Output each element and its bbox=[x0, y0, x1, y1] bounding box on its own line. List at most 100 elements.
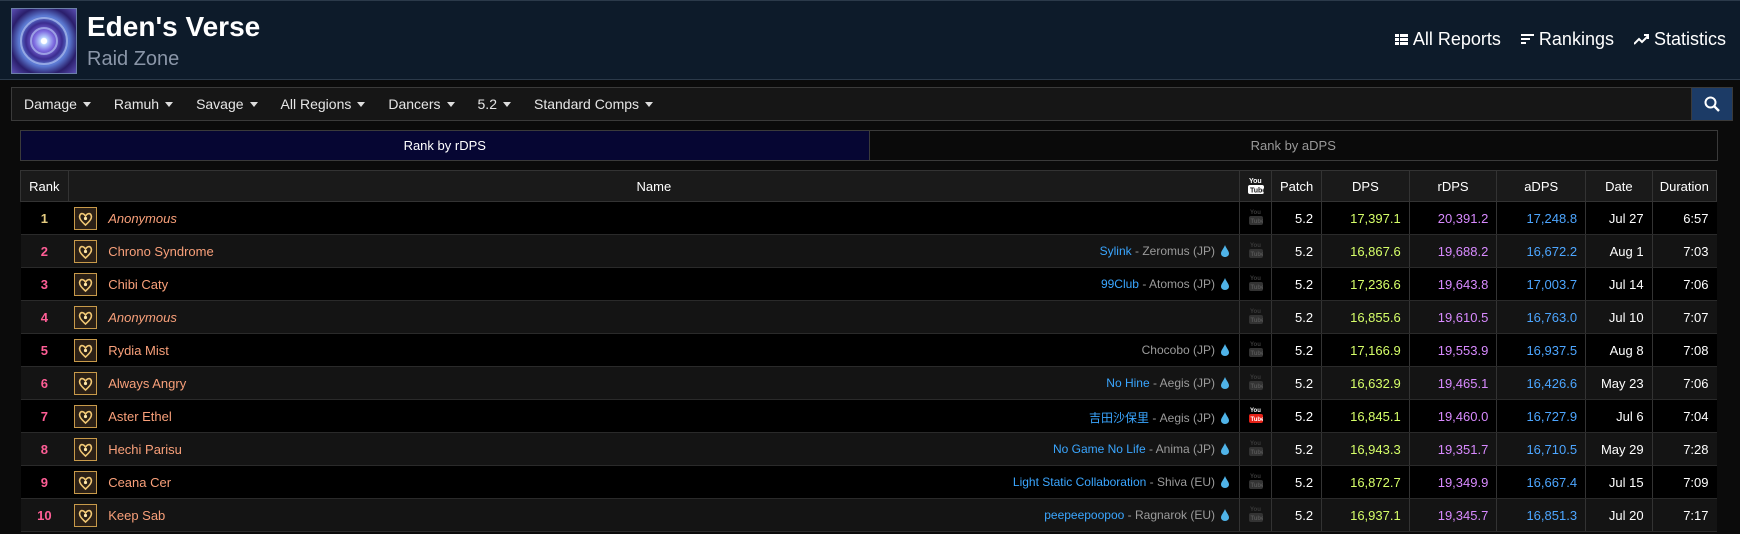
youtube-icon: You Tube bbox=[1248, 243, 1265, 258]
rdps-cell: 19,460.0 bbox=[1408, 399, 1497, 433]
filter-metric[interactable]: Damage bbox=[24, 96, 91, 112]
date-cell: Aug 8 bbox=[1585, 333, 1653, 367]
filter-class[interactable]: Dancers bbox=[388, 96, 455, 112]
youtube-icon: You Tube bbox=[1248, 210, 1265, 225]
player-name[interactable]: Hechi Parisu bbox=[108, 442, 182, 457]
youtube-icon: You Tube bbox=[1248, 309, 1265, 324]
dps-cell: 16,855.6 bbox=[1321, 300, 1410, 334]
rdps-cell: 19,553.9 bbox=[1408, 333, 1497, 367]
table-row[interactable]: 8 Hechi Parisu No Game No Life - Anima (JP… bbox=[20, 432, 1717, 466]
player-name[interactable]: Aster Ethel bbox=[108, 409, 172, 424]
nav-statistics[interactable]: Statistics bbox=[1633, 29, 1726, 50]
filter-difficulty[interactable]: Savage bbox=[196, 96, 258, 112]
rdps-cell: 19,643.8 bbox=[1408, 267, 1497, 301]
guild-name[interactable]: Sylink bbox=[1100, 244, 1132, 258]
trend-icon bbox=[1633, 34, 1649, 45]
caret-down-icon bbox=[446, 101, 455, 107]
filter-region[interactable]: All Regions bbox=[281, 96, 366, 112]
player-name[interactable]: Rydia Mist bbox=[108, 343, 169, 358]
svg-text:You: You bbox=[1250, 309, 1261, 315]
table-row[interactable]: 2 Chrono Syndrome Sylink - Zeromus (JP) You… bbox=[20, 234, 1717, 268]
rdps-cell: 20,391.2 bbox=[1408, 201, 1497, 235]
video-cell: You Tube bbox=[1239, 366, 1272, 400]
col-dps[interactable]: DPS bbox=[1321, 170, 1410, 202]
filter-label: 5.2 bbox=[477, 96, 497, 112]
table-row[interactable]: 4 Anonymous You Tube 5.2 16,855.6 19,610.5 16,7… bbox=[20, 300, 1717, 334]
tab-rank-rdps[interactable]: Rank by rDPS bbox=[21, 131, 870, 160]
table-row[interactable]: 9 Ceana Cer Light Static Collaboration - S… bbox=[20, 465, 1717, 499]
filter-boss[interactable]: Ramuh bbox=[114, 96, 174, 112]
dancer-spec-icon bbox=[78, 311, 93, 326]
player-name[interactable]: Chrono Syndrome bbox=[108, 244, 214, 259]
date-cell: Jul 15 bbox=[1585, 465, 1653, 499]
youtube-icon: You Tube bbox=[1248, 474, 1265, 489]
dancer-spec-icon bbox=[78, 476, 93, 491]
player-name[interactable]: Chibi Caty bbox=[108, 277, 168, 292]
rank-tabs: Rank by rDPS Rank by aDPS bbox=[20, 130, 1718, 161]
caret-down-icon bbox=[165, 101, 174, 107]
duration-cell: 7:09 bbox=[1651, 465, 1717, 499]
col-rdps[interactable]: rDPS bbox=[1408, 170, 1498, 202]
guild-name[interactable]: No Hine bbox=[1106, 376, 1149, 390]
top-nav: All Reports Rankings Statistics bbox=[1394, 29, 1726, 50]
rankings-table: Rank Name You Tube Patch DPS rDPS aDPS Da… bbox=[20, 170, 1718, 532]
table-row[interactable]: 7 Aster Ethel 吉田沙保里 - Aegis (JP) You Tube 5.2… bbox=[20, 399, 1717, 433]
region-drop-icon bbox=[1221, 411, 1230, 424]
date-cell: Jul 20 bbox=[1585, 498, 1653, 532]
col-video[interactable]: You Tube bbox=[1239, 170, 1273, 202]
patch-cell: 5.2 bbox=[1271, 333, 1322, 367]
svg-text:Tube: Tube bbox=[1250, 417, 1263, 423]
guild-name[interactable]: peepeepoopoo bbox=[1044, 508, 1124, 522]
filter-patch[interactable]: 5.2 bbox=[478, 96, 511, 112]
page-header: Eden's Verse Raid Zone All Reports Ranki… bbox=[0, 0, 1740, 80]
name-cell: Aster Ethel 吉田沙保里 - Aegis (JP) bbox=[68, 399, 1240, 433]
guild-name[interactable]: No Game No Life bbox=[1053, 442, 1146, 456]
guild-server: 99Club - Atomos (JP) bbox=[1101, 277, 1230, 291]
server-name: Chocobo (JP) bbox=[1141, 343, 1216, 357]
video-cell: You Tube bbox=[1239, 498, 1272, 532]
player-name[interactable]: Always Angry bbox=[108, 376, 186, 391]
rdps-cell: 19,465.1 bbox=[1408, 366, 1497, 400]
patch-cell: 5.2 bbox=[1271, 366, 1322, 400]
adps-cell: 16,672.2 bbox=[1496, 234, 1586, 268]
zone-icon bbox=[11, 8, 77, 74]
svg-text:You: You bbox=[1249, 178, 1262, 185]
rdps-cell: 19,610.5 bbox=[1408, 300, 1497, 334]
search-button[interactable] bbox=[1691, 88, 1732, 120]
filter-label: Standard Comps bbox=[533, 96, 640, 112]
rank-cell: 7 bbox=[20, 399, 69, 433]
table-row[interactable]: 3 Chibi Caty 99Club - Atomos (JP) You Tube 5.… bbox=[20, 267, 1717, 301]
video-cell[interactable]: You Tube bbox=[1239, 399, 1272, 433]
player-name[interactable]: Anonymous bbox=[108, 211, 177, 226]
nav-all-reports[interactable]: All Reports bbox=[1394, 29, 1501, 50]
player-name[interactable]: Anonymous bbox=[108, 310, 177, 325]
table-row[interactable]: 6 Always Angry No Hine - Aegis (JP) You Tube… bbox=[20, 366, 1717, 400]
col-rank[interactable]: Rank bbox=[20, 170, 69, 202]
youtube-icon: You Tube bbox=[1247, 178, 1266, 194]
player-name[interactable]: Keep Sab bbox=[108, 508, 165, 523]
filter-comps[interactable]: Standard Comps bbox=[533, 96, 654, 112]
guild-name[interactable]: 吉田沙保里 bbox=[1089, 411, 1149, 425]
col-duration[interactable]: Duration bbox=[1651, 170, 1718, 202]
duration-cell: 6:57 bbox=[1651, 201, 1717, 235]
dps-cell: 16,872.7 bbox=[1321, 465, 1410, 499]
guild-name[interactable]: Light Static Collaboration bbox=[1013, 475, 1146, 489]
table-row[interactable]: 10 Keep Sab peepeepoopoo - Ragnarok (EU) Yo… bbox=[20, 498, 1717, 532]
youtube-icon: You Tube bbox=[1248, 507, 1265, 522]
table-row[interactable]: 1 Anonymous You Tube 5.2 17,397.1 20,391.2 17,2… bbox=[20, 201, 1717, 235]
video-cell: You Tube bbox=[1239, 333, 1272, 367]
col-adps[interactable]: aDPS bbox=[1496, 170, 1587, 202]
date-cell: Aug 1 bbox=[1585, 234, 1653, 268]
col-name[interactable]: Name bbox=[67, 170, 1241, 202]
player-name[interactable]: Ceana Cer bbox=[108, 475, 171, 490]
guild-name[interactable]: 99Club bbox=[1101, 277, 1139, 291]
nav-rankings[interactable]: Rankings bbox=[1520, 29, 1614, 50]
rank-cell: 8 bbox=[20, 432, 69, 466]
col-date[interactable]: Date bbox=[1585, 170, 1653, 202]
rank-cell: 6 bbox=[20, 366, 69, 400]
col-patch[interactable]: Patch bbox=[1271, 170, 1323, 202]
table-row[interactable]: 5 Rydia Mist Chocobo (JP) You Tube 5.2 17,166.… bbox=[20, 333, 1717, 367]
table-header: Rank Name You Tube Patch DPS rDPS aDPS Da… bbox=[20, 170, 1718, 202]
tab-rank-adps[interactable]: Rank by aDPS bbox=[869, 131, 1717, 160]
spec-icon-frame bbox=[74, 339, 98, 362]
